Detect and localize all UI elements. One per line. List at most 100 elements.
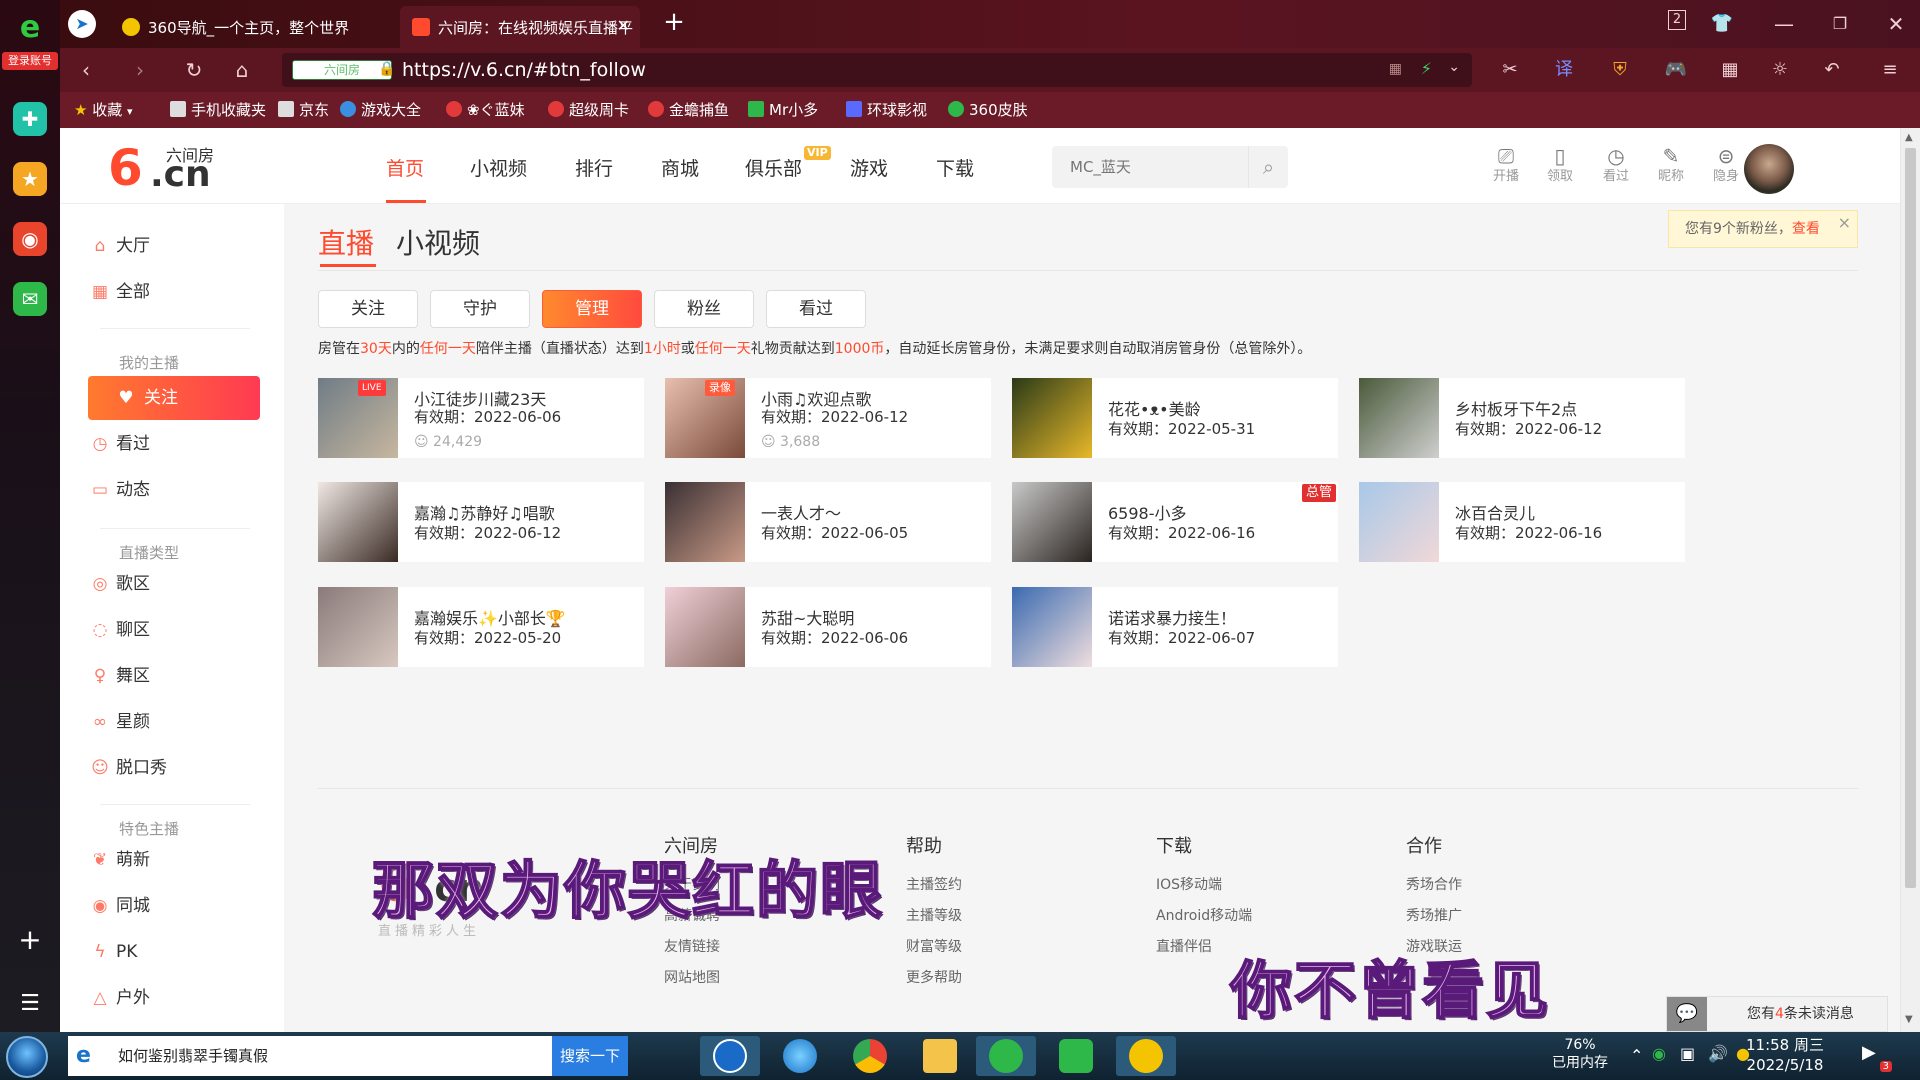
game-icon[interactable]: 🎮 <box>1662 56 1690 84</box>
anchor-thumbnail[interactable] <box>665 587 745 667</box>
bookmark-item[interactable]: 手机收藏夹 <box>170 92 266 128</box>
nav-club[interactable]: 俱乐部 <box>745 154 802 181</box>
sidebar-item-pk[interactable]: ϟ PK <box>88 930 260 974</box>
unread-messages-widget[interactable]: 💬 您有4条未读消息 <box>1666 996 1888 1032</box>
anchor-name[interactable]: 冰百合灵儿 <box>1455 500 1535 524</box>
list-icon[interactable]: ☰ <box>13 986 47 1020</box>
forward-icon[interactable]: › <box>126 56 154 84</box>
tray-360-icon[interactable]: ◉ <box>1652 1044 1666 1063</box>
sidebar-item-talkshow[interactable]: ☺ 脱口秀 <box>88 746 260 790</box>
filter-follow[interactable]: 关注 <box>318 290 418 328</box>
sidebar-item-watched[interactable]: ◷ 看过 <box>88 422 260 466</box>
close-window-icon[interactable]: ✕ <box>1882 10 1910 38</box>
nav-short-video[interactable]: 小视频 <box>470 154 527 181</box>
tab-live[interactable]: 直播 <box>318 222 374 262</box>
sidebar-item-newbie[interactable]: ❦ 萌新 <box>88 838 260 882</box>
site-logo[interactable]: 6 六间房 .cn <box>108 140 228 196</box>
nav-home[interactable]: 首页 <box>386 154 424 181</box>
anchor-card[interactable]: 嘉瀚♫苏静好♫唱歌 有效期：2022-06-12 <box>318 482 644 562</box>
anchor-thumbnail[interactable] <box>318 482 398 562</box>
minimize-icon[interactable]: — <box>1770 10 1798 38</box>
bookmark-item[interactable]: 超级周卡 <box>548 92 629 128</box>
start-live-button[interactable]: ⎚ 开播 <box>1486 144 1526 186</box>
anchor-card[interactable]: 乡村板牙下午2点 有效期：2022-06-12 <box>1359 378 1685 458</box>
ie-icon[interactable]: e <box>13 10 47 45</box>
sidebar-item-follow[interactable]: ♥ 关注 <box>88 376 260 420</box>
taskbar-search-button[interactable]: 搜索一下 <box>552 1036 628 1076</box>
anchor-thumbnail[interactable] <box>1359 482 1439 562</box>
sidebar-item-dance[interactable]: ♀ 舞区 <box>88 654 260 698</box>
footer-link[interactable]: 网站地图 <box>664 963 720 994</box>
mail-icon[interactable]: ✉ <box>13 282 47 316</box>
search-icon[interactable]: ⌕ <box>1248 146 1288 188</box>
clock[interactable]: 11:58 周三 2022/5/18 <box>1740 1035 1830 1075</box>
menu-icon[interactable]: ≡ <box>1876 56 1904 84</box>
anchor-card[interactable]: 花花•ᴥ•美龄 有效期：2022-05-31 <box>1012 378 1338 458</box>
avatar[interactable] <box>1744 144 1794 194</box>
taskbar-app-player[interactable] <box>1046 1036 1106 1076</box>
taskbar-search[interactable]: e 如何鉴别翡翠手镯真假 搜索一下 <box>68 1036 628 1076</box>
brightness-icon[interactable]: ☼ <box>1766 56 1794 84</box>
anchor-name[interactable]: 一表人才～ <box>761 500 841 524</box>
nickname-button[interactable]: ✎ 昵称 <box>1651 144 1691 186</box>
taskbar-app-explorer[interactable] <box>910 1036 970 1076</box>
anchor-name[interactable]: 乡村板牙下午2点 <box>1455 396 1577 420</box>
sidebar-item-hall[interactable]: ⌂ 大厅 <box>88 224 260 268</box>
footer-link[interactable]: 主播签约 <box>906 870 962 901</box>
taskbar-search-text[interactable]: 如何鉴别翡翠手镯真假 <box>118 1036 268 1076</box>
tray-caret-icon[interactable]: ⌃ <box>1630 1046 1643 1065</box>
anchor-card[interactable]: 小江徒步川藏23天 有效期：2022-06-06 ☺ 24,429 LIVE <box>318 378 644 458</box>
nav-mall[interactable]: 商城 <box>661 154 699 181</box>
qr-icon[interactable]: ▦ <box>1389 61 1402 77</box>
scroll-up-icon[interactable]: ▲ <box>1905 132 1913 143</box>
nav-games[interactable]: 游戏 <box>850 154 888 181</box>
tip-view-link[interactable]: 查看 <box>1792 221 1820 237</box>
search-input[interactable] <box>1052 146 1248 188</box>
anchor-name[interactable]: 嘉瀚娱乐✨小部长🏆 <box>414 605 566 629</box>
bookmark-favorites[interactable]: ★ 收藏 ▾ <box>74 92 133 128</box>
anchor-name[interactable]: 嘉瀚♫苏静好♫唱歌 <box>414 500 555 524</box>
page-scrollbar[interactable]: ▲ ▼ <box>1900 128 1920 1032</box>
undo-icon[interactable]: ↶ <box>1818 56 1846 84</box>
bookmark-item[interactable]: 环球影视 <box>846 92 927 128</box>
filter-watched[interactable]: 看过 <box>766 290 866 328</box>
volume-icon[interactable]: 🔊 <box>1708 1044 1728 1063</box>
close-icon[interactable]: × <box>1838 205 1851 241</box>
tab-6cn[interactable]: 六间房：在线视频娱乐直播平 ✕ <box>400 6 640 48</box>
refresh-icon[interactable]: ↻ <box>180 56 208 84</box>
bookmark-item[interactable]: ❀ぐ蓝妹 <box>446 92 525 128</box>
filter-fans[interactable]: 粉丝 <box>654 290 754 328</box>
url-text[interactable]: https://v.6.cn/#btn_follow <box>402 53 646 87</box>
anchor-card[interactable]: 苏甜~大聪明 有效期：2022-06-06 <box>665 587 991 667</box>
footer-link[interactable]: 秀场合作 <box>1406 870 1462 901</box>
filter-guard[interactable]: 守护 <box>430 290 530 328</box>
anchor-card[interactable]: 嘉瀚娱乐✨小部长🏆 有效期：2022-05-20 <box>318 587 644 667</box>
add-icon[interactable]: + <box>13 922 47 956</box>
anchor-thumbnail[interactable] <box>1359 378 1439 458</box>
anchor-card[interactable]: 小雨♫欢迎点歌 有效期：2022-06-12 ☺ 3,688 录像 <box>665 378 991 458</box>
footer-link[interactable]: 更多帮助 <box>906 963 962 994</box>
shield-icon[interactable]: ⛨ <box>1606 56 1634 84</box>
sidebar-item-all[interactable]: ▦ 全部 <box>88 270 260 314</box>
sidebar-item-local[interactable]: ◉ 同城 <box>88 884 260 928</box>
bookmark-item[interactable]: 金蟾捕鱼 <box>648 92 729 128</box>
history-button[interactable]: ◷ 看过 <box>1596 144 1636 186</box>
filter-manage[interactable]: 管理 <box>542 290 642 328</box>
tab-count-badge[interactable]: 2 <box>1668 10 1686 30</box>
memory-usage[interactable]: 76% 已用内存 <box>1540 1036 1620 1072</box>
new-tab-button[interactable]: + <box>660 8 688 36</box>
taskbar-app-ie[interactable] <box>770 1036 830 1076</box>
tab-short-video[interactable]: 小视频 <box>396 222 480 262</box>
weibo-icon[interactable]: ◉ <box>13 222 47 256</box>
login-account-button[interactable]: 登录账号 <box>2 52 58 70</box>
anchor-card[interactable]: 冰百合灵儿 有效期：2022-06-16 <box>1359 482 1685 562</box>
scroll-thumb[interactable] <box>1905 148 1916 888</box>
chevron-down-icon[interactable]: ⌄ <box>1448 59 1460 75</box>
apps-grid-icon[interactable]: ▦ <box>1716 56 1744 84</box>
anchor-name[interactable]: 花花•ᴥ•美龄 <box>1108 396 1201 420</box>
browser-logo-icon[interactable]: ➤ <box>68 10 96 38</box>
home-icon[interactable]: ⌂ <box>228 56 256 84</box>
footer-link[interactable]: 秀场推广 <box>1406 901 1462 932</box>
sidebar-item-feed[interactable]: ▭ 动态 <box>88 468 260 512</box>
nav-ranking[interactable]: 排行 <box>575 154 613 181</box>
